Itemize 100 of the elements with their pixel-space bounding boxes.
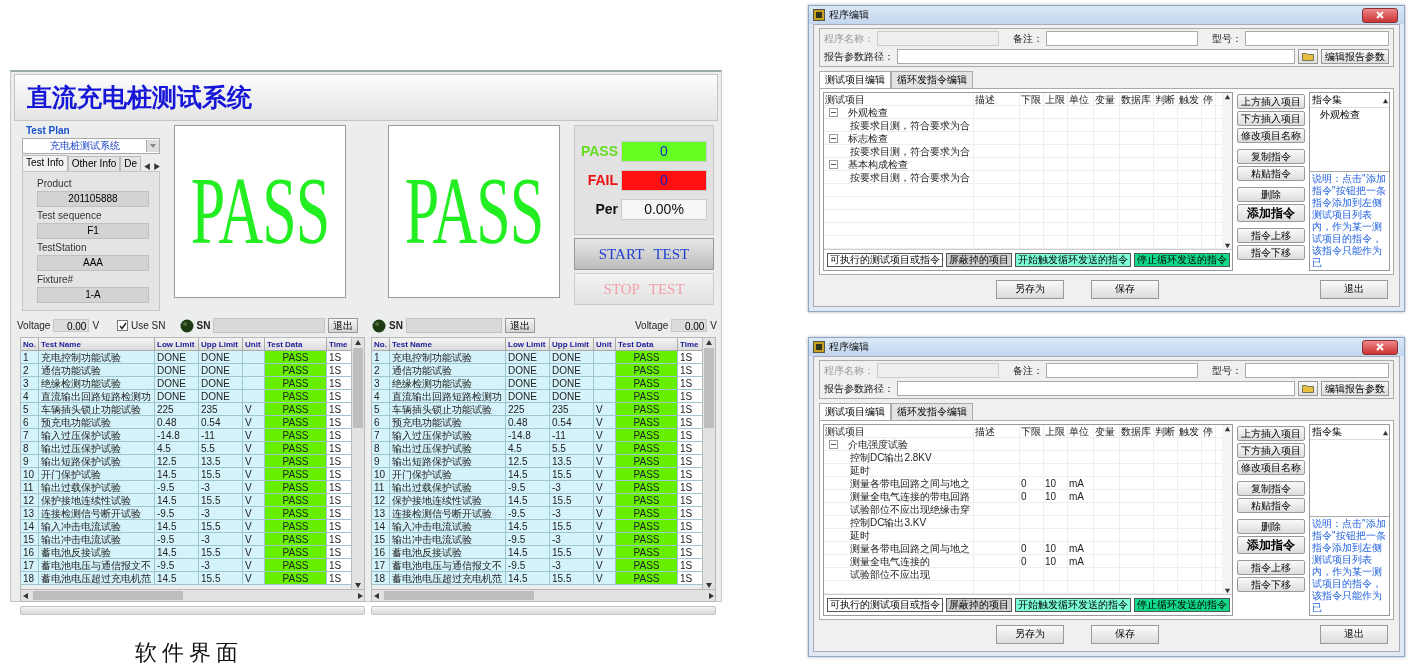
column-header[interactable]: Test Data	[616, 338, 678, 351]
checkbox[interactable]	[117, 320, 129, 331]
column-header[interactable]: 停	[1202, 93, 1216, 106]
tree-item[interactable]: 测量全电气连接的带电回路	[850, 490, 970, 503]
tab-left-icon[interactable]	[142, 162, 152, 171]
scroll-thumb[interactable]	[704, 348, 715, 428]
column-header[interactable]: 数据库	[1120, 93, 1154, 106]
command-item[interactable]: 外观检查	[1320, 108, 1389, 121]
action-button[interactable]: 复制指令	[1237, 149, 1305, 164]
tree-item[interactable]: 试验部位不应出现绝缘击穿	[850, 503, 970, 516]
tree-item[interactable]: 按要求目测，符合要求为合	[850, 145, 970, 158]
column-header[interactable]: 停	[1202, 425, 1216, 438]
column-header[interactable]: Unit	[243, 338, 265, 351]
tree-item[interactable]: 基本构成检查	[848, 158, 908, 171]
tree-item[interactable]: 延时	[850, 529, 870, 542]
report-button[interactable]: 编辑报告参数	[1321, 381, 1389, 396]
action-button[interactable]: 指令下移	[1237, 577, 1305, 592]
action-button[interactable]: 删除	[1237, 519, 1305, 534]
column-header[interactable]: 触发	[1178, 425, 1202, 438]
column-header[interactable]: 判断	[1154, 93, 1178, 106]
scroll-thumb[interactable]	[353, 348, 364, 428]
collapse-icon[interactable]	[829, 160, 838, 169]
input-field[interactable]	[1046, 31, 1198, 46]
collapse-icon[interactable]	[829, 108, 838, 117]
action-button[interactable]: 粘贴指令	[1237, 166, 1305, 181]
tab[interactable]: De	[120, 156, 142, 171]
scroll-left-icon[interactable]	[372, 591, 380, 600]
footer-button[interactable]: 保存	[1091, 279, 1159, 299]
column-header[interactable]: 触发	[1178, 93, 1202, 106]
input-field[interactable]	[1245, 363, 1389, 378]
column-header[interactable]: Low Limit	[155, 338, 199, 351]
column-header[interactable]: 上限	[1044, 425, 1068, 438]
column-header[interactable]: 测试项目	[824, 425, 974, 438]
tree-item[interactable]: 测量各带电回路之间与地之	[850, 542, 970, 555]
action-button[interactable]: 添加指令	[1237, 536, 1305, 554]
tree-item[interactable]: 测量全电气连接的	[850, 555, 930, 568]
footer-button[interactable]: 退出	[1320, 624, 1388, 644]
column-header[interactable]: No.	[21, 338, 39, 351]
scrollbar[interactable]	[1222, 425, 1232, 594]
footer-button[interactable]: 另存为	[996, 624, 1064, 644]
footer-button[interactable]: 保存	[1091, 624, 1159, 644]
column-header[interactable]: 测试项目	[824, 93, 974, 106]
input-field[interactable]	[1245, 31, 1389, 46]
column-header[interactable]: Time	[327, 338, 352, 351]
action-button[interactable]: 修改项目名称	[1237, 460, 1305, 475]
tab[interactable]: 循环发指令编辑	[891, 71, 973, 88]
scroll-up-icon[interactable]	[705, 338, 714, 346]
plan-dropdown[interactable]: 充电桩测试系统	[22, 138, 160, 154]
scroll-thumb[interactable]	[384, 591, 534, 600]
column-header[interactable]: Test Name	[390, 338, 506, 351]
scroll-up-icon[interactable]	[1382, 428, 1389, 436]
folder-button[interactable]	[1298, 49, 1318, 64]
tab-right-icon[interactable]	[152, 162, 162, 171]
column-header[interactable]: 单位	[1068, 425, 1094, 438]
scroll-up-icon[interactable]	[354, 338, 363, 346]
scroll-right-icon[interactable]	[707, 591, 715, 600]
action-button[interactable]: 修改项目名称	[1237, 128, 1305, 143]
column-header[interactable]: 变量	[1094, 93, 1120, 106]
scrollbar[interactable]	[1222, 93, 1232, 249]
tree-item[interactable]: 标志检查	[848, 132, 888, 145]
column-header[interactable]: 数据库	[1120, 425, 1154, 438]
scrollbar[interactable]	[702, 338, 715, 589]
exit-button[interactable]: 退出	[504, 318, 535, 333]
action-button[interactable]: 粘贴指令	[1237, 498, 1305, 513]
action-button[interactable]: 指令上移	[1237, 228, 1305, 243]
tab[interactable]: 循环发指令编辑	[891, 403, 973, 420]
column-header[interactable]: Time	[678, 338, 703, 351]
tree-item[interactable]: 控制DC输出2.8KV	[850, 451, 932, 464]
action-button[interactable]: 复制指令	[1237, 481, 1305, 496]
input-field[interactable]	[897, 49, 1295, 64]
column-header[interactable]: Low Limit	[506, 338, 550, 351]
column-header[interactable]: 描述	[974, 93, 1020, 106]
tree-item[interactable]: 试验部位不应出现	[850, 568, 930, 581]
column-header[interactable]: 下限	[1020, 93, 1044, 106]
action-button[interactable]: 上方插入项目	[1237, 426, 1305, 441]
scroll-down-icon[interactable]	[1223, 587, 1231, 594]
column-header[interactable]: No.	[372, 338, 390, 351]
footer-button[interactable]: 退出	[1320, 279, 1388, 299]
tree-item[interactable]: 延时	[850, 464, 870, 477]
scroll-up-icon[interactable]	[1223, 425, 1231, 432]
caret-icon[interactable]	[146, 140, 159, 152]
scroll-down-icon[interactable]	[1223, 242, 1231, 249]
tree-item[interactable]: 控制DC输出3.KV	[850, 516, 927, 529]
column-header[interactable]: Upp Limit	[550, 338, 594, 351]
collapse-icon[interactable]	[829, 134, 838, 143]
tree-item[interactable]: 按要求目测，符合要求为合	[850, 119, 970, 132]
scroll-up-icon[interactable]	[1223, 93, 1231, 100]
input-field[interactable]	[897, 381, 1295, 396]
column-header[interactable]: Test Name	[39, 338, 155, 351]
close-button[interactable]	[1362, 339, 1398, 355]
tab[interactable]: 测试项目编辑	[819, 71, 891, 88]
tree-item[interactable]: 外观检查	[848, 106, 888, 119]
action-button[interactable]: 下方插入项目	[1237, 111, 1305, 126]
collapse-icon[interactable]	[829, 440, 838, 449]
footer-button[interactable]: 另存为	[996, 279, 1064, 299]
column-header[interactable]: Test Data	[265, 338, 327, 351]
action-button[interactable]: 添加指令	[1237, 204, 1305, 222]
action-button[interactable]: 下方插入项目	[1237, 443, 1305, 458]
scroll-right-icon[interactable]	[356, 591, 364, 600]
tab[interactable]: Test Info	[22, 155, 68, 171]
